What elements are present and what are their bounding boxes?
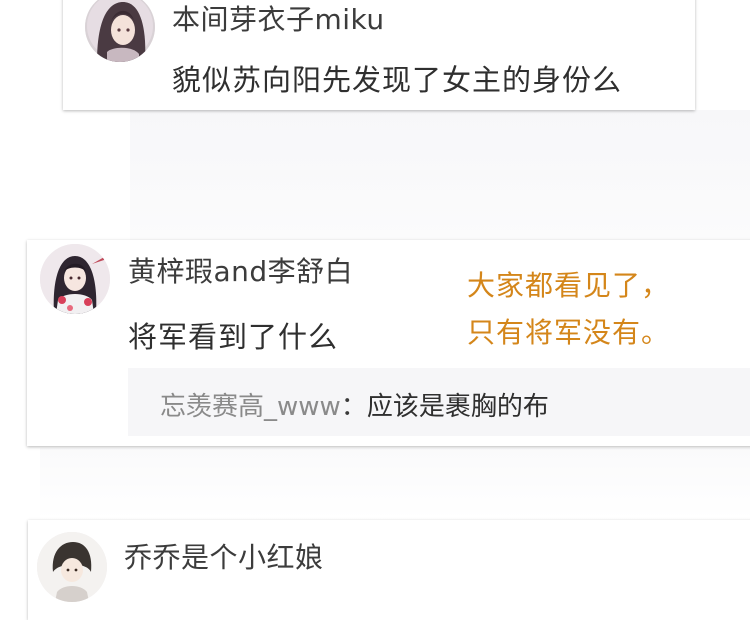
reply-username[interactable]: 忘羡赛高_www [160, 392, 341, 422]
background-panel [130, 110, 750, 240]
avatar[interactable] [40, 244, 110, 314]
comment-username[interactable]: 乔乔是个小红娘 [124, 536, 324, 576]
comment-username[interactable]: 本间芽衣子miku [172, 0, 385, 38]
avatar[interactable] [85, 0, 155, 62]
reply-line: 忘羡赛高_www：应该是裹胸的布 [160, 386, 549, 423]
reply-separator: ： [340, 392, 367, 422]
annotation-line: 只有将军没有。 [467, 316, 671, 349]
comment-username[interactable]: 黄梓瑕and李舒白 [128, 250, 353, 290]
comment-text: 将军看到了什么 [128, 320, 339, 354]
anime-girl-avatar-icon [85, 0, 155, 62]
reply-text: 应该是裹胸的布 [366, 392, 549, 422]
reply-box[interactable]: 忘羡赛高_www：应该是裹胸的布 [128, 368, 750, 436]
anime-boy-avatar-icon [37, 532, 107, 602]
background-panel [40, 448, 750, 520]
avatar[interactable] [37, 532, 107, 602]
comment-card: 本间芽衣子miku 貌似苏向阳先发现了女主的身份么 [63, 0, 695, 110]
anime-girl-avatar-icon [40, 244, 110, 314]
annotation-text: 大家都看见了， 只有将军没有。 [467, 262, 670, 356]
annotation-line: 大家都看见了， [467, 269, 671, 302]
comment-card: 乔乔是个小红娘 [28, 520, 750, 620]
comment-text: 貌似苏向阳先发现了女主的身份么 [172, 63, 623, 97]
